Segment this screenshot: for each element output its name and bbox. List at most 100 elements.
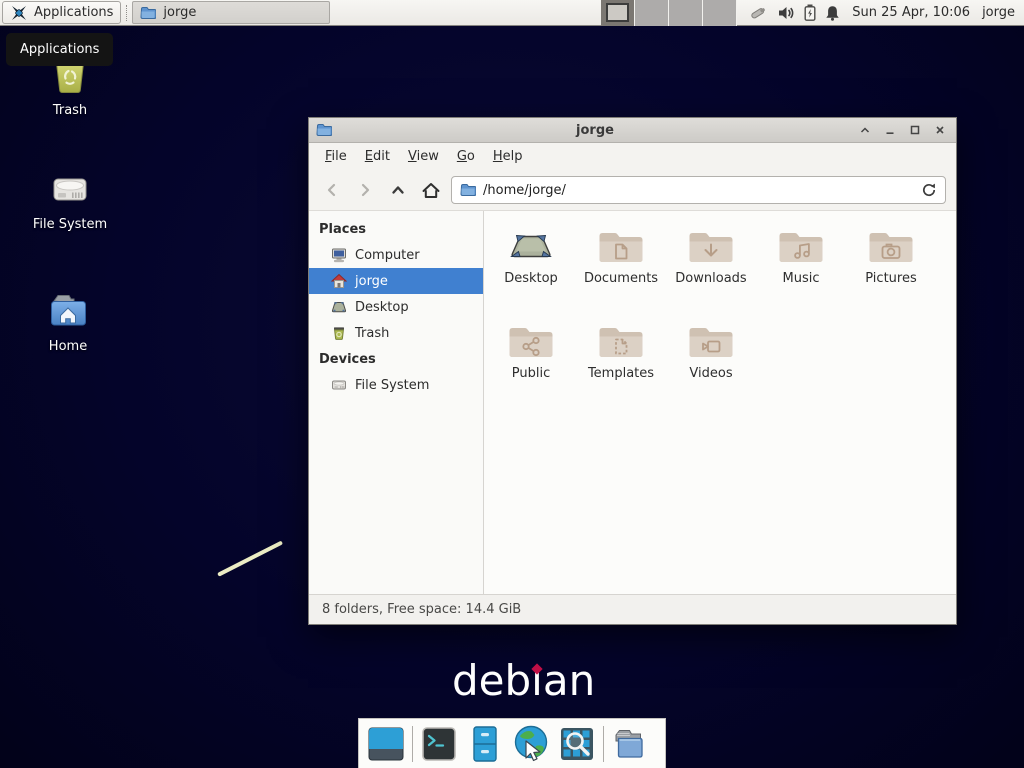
documents-folder-icon — [597, 226, 645, 268]
titlebar[interactable]: jorge — [309, 118, 956, 143]
folder-public[interactable]: Public — [486, 319, 576, 414]
home-icon — [331, 273, 347, 289]
folder-desktop[interactable]: Desktop — [486, 224, 576, 319]
sidebar-header-devices: Devices — [309, 346, 483, 372]
workspace-3[interactable] — [669, 0, 703, 26]
desktop-screen: Applications jorge — [0, 0, 1024, 768]
applications-tooltip-text: Applications — [20, 42, 99, 57]
applications-tooltip: Applications — [6, 33, 113, 66]
downloads-folder-icon — [687, 226, 735, 268]
close-button[interactable] — [933, 123, 947, 137]
icon-view: Desktop Documents — [484, 211, 956, 594]
menu-help[interactable]: Help — [484, 146, 532, 167]
folder-pictures[interactable]: Pictures — [846, 224, 936, 319]
battery-icon[interactable] — [804, 4, 816, 21]
sidebar-item-label: Desktop — [355, 300, 409, 315]
window-content: Places Computer — [309, 211, 956, 594]
terminal-icon — [419, 724, 459, 764]
path-bar[interactable]: /home/jorge/ — [451, 176, 946, 204]
system-tray — [749, 4, 840, 21]
minimize-button[interactable] — [883, 123, 897, 137]
volume-icon[interactable] — [778, 6, 795, 20]
folder-label: Videos — [689, 366, 732, 381]
dock-web-browser-button[interactable] — [508, 722, 554, 766]
public-folder-icon — [507, 321, 555, 363]
home-folder-icon — [44, 288, 92, 336]
menu-file[interactable]: File — [316, 146, 356, 167]
sidebar-item-jorge[interactable]: jorge — [309, 268, 483, 294]
user-menu[interactable]: jorge — [982, 5, 1015, 20]
dock-terminal-button[interactable] — [416, 722, 462, 766]
folder-documents[interactable]: Documents — [576, 224, 666, 319]
menubar: File Edit View Go Help — [309, 143, 956, 170]
notifications-bell-icon[interactable] — [825, 5, 840, 21]
sidebar-item-label: File System — [355, 378, 429, 393]
directory-menu-folder-icon — [609, 723, 651, 765]
file-manager-window: jorge File Edit View Go Help — [308, 117, 957, 625]
dock-separator — [603, 726, 604, 762]
maximize-button[interactable] — [908, 123, 922, 137]
desktop-pad-icon — [331, 299, 347, 315]
applications-menu-button[interactable]: Applications — [2, 1, 121, 24]
desktop-folder-icon — [507, 226, 555, 268]
templates-folder-icon — [597, 321, 645, 363]
sidebar-item-file-system[interactable]: File System — [309, 372, 483, 398]
top-panel: Applications jorge — [0, 0, 1024, 26]
desktop-icon-home[interactable]: Home — [20, 288, 116, 354]
menu-go[interactable]: Go — [448, 146, 484, 167]
folder-label: Music — [783, 271, 820, 286]
workspace-switcher — [601, 0, 737, 26]
shade-button[interactable] — [858, 123, 872, 137]
workspace-2[interactable] — [635, 0, 669, 26]
folder-label: Pictures — [865, 271, 916, 286]
file-cabinet-icon — [465, 724, 505, 764]
clock[interactable]: Sun 25 Apr, 10:06 — [852, 5, 970, 20]
back-button[interactable] — [319, 177, 345, 203]
workspace-4[interactable] — [703, 0, 737, 26]
applications-menu-label: Applications — [34, 5, 113, 20]
folder-music[interactable]: Music — [756, 224, 846, 319]
cursor-line-artifact — [217, 541, 283, 577]
dock-file-manager-button[interactable] — [462, 722, 508, 766]
folder-label: Downloads — [675, 271, 746, 286]
sidebar-item-label: Trash — [355, 326, 389, 341]
desktop-icon-label: Trash — [53, 103, 87, 118]
panel-handle[interactable] — [126, 5, 127, 21]
folder-grid: Desktop Documents — [486, 224, 956, 414]
dock-show-desktop-button[interactable] — [363, 722, 409, 766]
menu-view[interactable]: View — [399, 146, 448, 167]
reload-icon[interactable] — [921, 182, 937, 198]
hard-drive-icon — [46, 166, 94, 214]
window-title: jorge — [332, 123, 858, 138]
sidebar-item-computer[interactable]: Computer — [309, 242, 483, 268]
desktop-icon-file-system[interactable]: File System — [22, 166, 118, 232]
dock-directory-menu-button[interactable] — [607, 722, 653, 766]
taskbar-window-button[interactable]: jorge — [132, 1, 330, 24]
menu-edit[interactable]: Edit — [356, 146, 399, 167]
sidebar-item-label: Computer — [355, 248, 420, 263]
music-folder-icon — [777, 226, 825, 268]
folder-videos[interactable]: Videos — [666, 319, 756, 414]
pictures-folder-icon — [867, 226, 915, 268]
dock-panel — [358, 718, 666, 768]
folder-label: Public — [512, 366, 550, 381]
dock-application-finder-button[interactable] — [554, 722, 600, 766]
debian-wordmark: debıan — [452, 658, 595, 704]
folder-label: Documents — [584, 271, 658, 286]
path-input[interactable]: /home/jorge/ — [483, 183, 914, 198]
videos-folder-icon — [687, 321, 735, 363]
folder-downloads[interactable]: Downloads — [666, 224, 756, 319]
show-desktop-icon — [366, 724, 406, 764]
home-button[interactable] — [418, 177, 444, 203]
folder-icon — [140, 5, 156, 21]
forward-button[interactable] — [352, 177, 378, 203]
workspace-1[interactable] — [601, 0, 635, 26]
folder-templates[interactable]: Templates — [576, 319, 666, 414]
drive-small-icon — [331, 377, 347, 393]
web-browser-globe-icon — [510, 723, 552, 765]
up-button[interactable] — [385, 177, 411, 203]
taskbar-window-label: jorge — [163, 5, 196, 20]
input-device-icon[interactable] — [749, 4, 769, 21]
sidebar-item-trash[interactable]: Trash — [309, 320, 483, 346]
sidebar-item-desktop[interactable]: Desktop — [309, 294, 483, 320]
